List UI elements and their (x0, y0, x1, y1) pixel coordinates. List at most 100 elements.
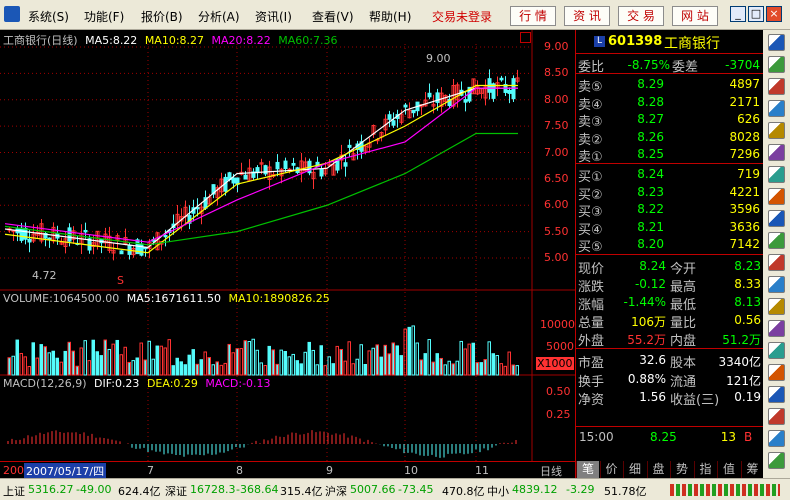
fund-label: 流通 (670, 374, 697, 390)
toolbar-tool-icon[interactable] (768, 100, 785, 117)
close-icon[interactable]: × (766, 6, 782, 22)
tab-2[interactable]: 细 (623, 461, 646, 478)
volume-bar (211, 364, 215, 376)
ma60-label: MA60:7.36 (278, 34, 338, 47)
volume-bar (331, 363, 335, 376)
trade-time: 15:00 (579, 430, 614, 444)
vol-ma10-label: MA10:1890826.25 (228, 292, 330, 305)
volume-bar (303, 351, 307, 376)
menu-system[interactable]: 系统(S) (28, 8, 69, 25)
dif-label: DIF:0.23 (94, 377, 140, 390)
candle-body (139, 243, 144, 256)
date-prefix: 200 (3, 464, 24, 477)
menu-view[interactable]: 查看(V) (312, 8, 354, 25)
fund-value: 1.56 (639, 390, 666, 404)
volume-bar (75, 365, 79, 376)
volume-bar (95, 351, 99, 376)
buy-row: 买① 8.24 719 (576, 165, 764, 185)
order-vol: 3596 (729, 202, 760, 216)
tab-7[interactable]: 筹 (740, 461, 764, 478)
menu-quote[interactable]: 报价(B) (141, 8, 183, 25)
sh-amount: 624.4亿 (118, 485, 161, 498)
volume-bar (459, 340, 463, 376)
news-button[interactable]: 资 讯 (564, 6, 610, 26)
menu-info[interactable]: 资讯(I) (255, 8, 292, 25)
volume-bar (67, 341, 71, 376)
kline-chart-pane[interactable]: 工商银行(日线) MA5:8.22 MA10:8.27 MA20:8.22 MA… (0, 30, 575, 479)
trade-button[interactable]: 交 易 (618, 6, 664, 26)
volume-bar (315, 364, 319, 376)
market-button[interactable]: 行 情 (510, 6, 556, 26)
volume-bar (251, 338, 255, 376)
stat-fund-divider (576, 348, 764, 349)
volume-bar (183, 364, 187, 376)
toolbar-tool-icon[interactable] (768, 276, 785, 293)
menu-analysis[interactable]: 分析(A) (198, 8, 240, 25)
volume-bar (51, 350, 55, 376)
tab-6[interactable]: 值 (717, 461, 740, 478)
volume-bar (483, 359, 487, 376)
minimize-icon[interactable]: _ (730, 6, 746, 22)
toolbar-tool-icon[interactable] (768, 320, 785, 337)
buy-row: 买④ 8.21 3636 (576, 218, 764, 238)
volume-bar (11, 355, 15, 376)
sell-buy-divider (576, 163, 764, 164)
order-price: 8.24 (637, 167, 664, 181)
toolbar-tool-icon[interactable] (768, 342, 785, 359)
price-tick: 6.50 (544, 171, 569, 185)
sell-row: 卖④ 8.28 2171 (576, 93, 764, 113)
chart-title: 工商银行(日线) (3, 34, 78, 47)
tab-5[interactable]: 指 (693, 461, 717, 478)
toolbar-tool-icon[interactable] (768, 408, 785, 425)
toolbar-tool-icon[interactable] (768, 452, 785, 469)
toolbar-tool-icon[interactable] (768, 166, 785, 183)
tab-1[interactable]: 价 (599, 461, 623, 478)
period-tab[interactable]: 日线 (540, 463, 562, 479)
toolbar-tool-icon[interactable] (768, 232, 785, 249)
maximize-icon[interactable]: □ (748, 6, 764, 22)
fund-value: 0.88% (627, 371, 666, 386)
toolbar-tool-icon[interactable] (768, 386, 785, 403)
candle-body (83, 229, 88, 233)
volume-bar (19, 352, 23, 376)
toolbar-tool-icon[interactable] (768, 122, 785, 139)
order-vol: 8028 (729, 129, 760, 144)
tab-4[interactable]: 势 (670, 461, 693, 478)
toolbar-tool-icon[interactable] (768, 210, 785, 227)
volume-bar (31, 342, 35, 376)
candle-body (283, 160, 288, 170)
menu-help[interactable]: 帮助(H) (369, 8, 411, 25)
quote-panel: L 601398 工商银行 委比 -8.75% 委差 -3704 卖⑤ 8.29 4… (575, 30, 764, 478)
volume-bar (279, 349, 283, 376)
candle-body (19, 227, 24, 241)
volume-bar (199, 359, 203, 376)
volume-bar (23, 356, 27, 376)
toolbar-tool-icon[interactable] (768, 144, 785, 161)
chart-close-icon[interactable] (520, 32, 531, 43)
toolbar-tool-icon[interactable] (768, 78, 785, 95)
volume-bar (283, 350, 287, 376)
weicha-value: -3704 (725, 58, 760, 72)
toolbar-tool-icon[interactable] (768, 254, 785, 271)
login-status[interactable]: 交易未登录 (432, 8, 492, 25)
tab-3[interactable]: 盘 (646, 461, 670, 478)
toolbar-tool-icon[interactable] (768, 56, 785, 73)
order-price: 8.23 (637, 184, 664, 199)
stat-value: 8.24 (639, 259, 666, 273)
toolbar-tool-icon[interactable] (768, 430, 785, 447)
stock-code: 601398 (608, 34, 663, 49)
order-vol: 4897 (729, 77, 760, 91)
toolbar-tool-icon[interactable] (768, 188, 785, 205)
volume-bar (195, 363, 199, 376)
website-button[interactable]: 网 站 (672, 6, 718, 26)
toolbar-tool-icon[interactable] (768, 364, 785, 381)
toolbar-tool-icon[interactable] (768, 298, 785, 315)
kline-chart[interactable] (0, 30, 575, 478)
volume-bar (243, 340, 247, 376)
menu-function[interactable]: 功能(F) (84, 8, 124, 25)
tab-0[interactable]: 笔 (576, 461, 599, 478)
order-price: 8.25 (637, 147, 664, 161)
toolbar-tool-icon[interactable] (768, 34, 785, 51)
zx-value: 4839.12 (512, 483, 558, 496)
fund-label: 收益(三) (670, 393, 720, 408)
